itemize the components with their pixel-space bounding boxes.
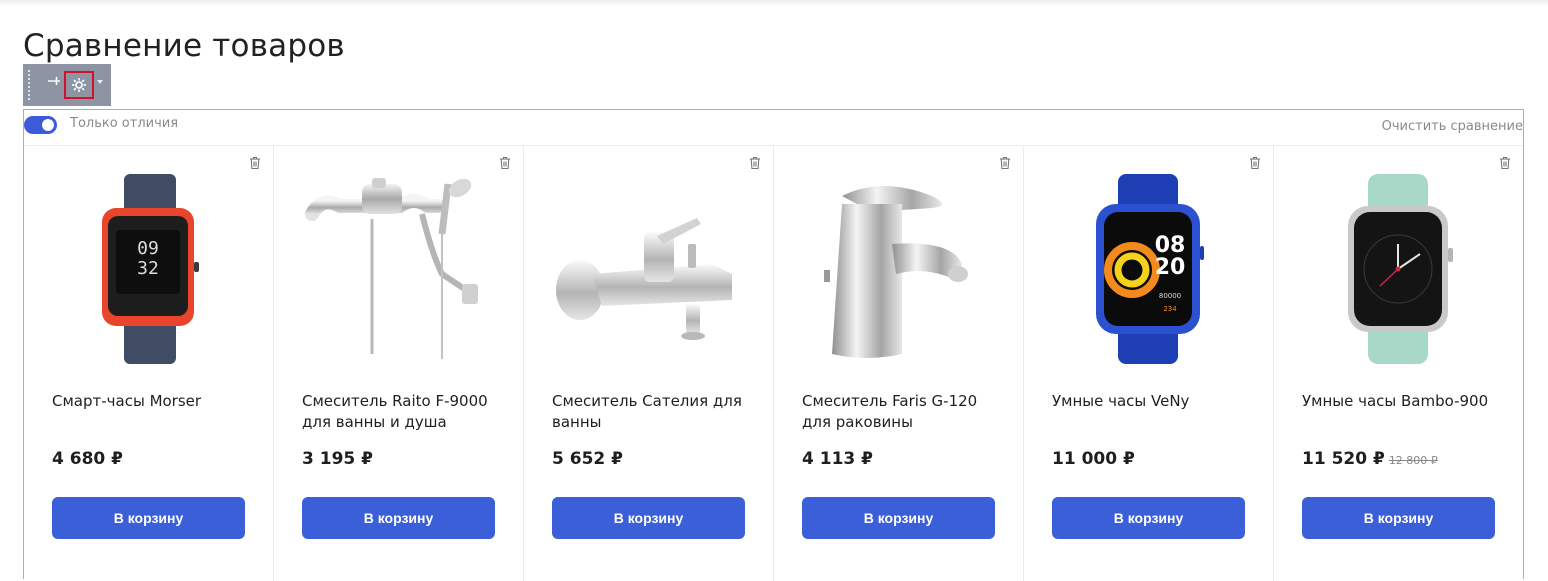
trash-icon[interactable]: [499, 156, 511, 170]
product-cards-row: 09 32 Смарт-часы Morser 4 680 ₽ В корзин…: [24, 145, 1523, 581]
product-card: 08 20 80000 234 Умные часы VeNy 11 000 ₽…: [1024, 146, 1274, 581]
price-value: 11 520 ₽: [1302, 449, 1385, 469]
product-name[interactable]: Смеситель Сателия для ванны: [552, 391, 752, 433]
watch-stat-kcal: 234: [1163, 305, 1177, 313]
watch-stat-steps: 80000: [1159, 292, 1181, 300]
product-image[interactable]: [1302, 174, 1496, 364]
product-card: 09 32 Смарт-часы Morser 4 680 ₽ В корзин…: [24, 146, 274, 581]
pin-icon[interactable]: [45, 74, 63, 94]
watch-hours: 09: [137, 238, 159, 259]
product-price: 4 680 ₽: [52, 449, 123, 469]
drag-handle-icon[interactable]: [27, 69, 31, 101]
add-to-cart-button[interactable]: В корзину: [1052, 497, 1245, 539]
caret-down-icon[interactable]: [97, 80, 103, 84]
price-value: 5 652 ₽: [552, 449, 623, 469]
trash-icon[interactable]: [1499, 156, 1511, 170]
product-name[interactable]: Смеситель Raito F-9000 для ванны и душа: [302, 391, 502, 433]
trash-icon[interactable]: [999, 156, 1011, 170]
old-price: 12 800 ₽: [1388, 454, 1438, 467]
product-card: Умные часы Bambo-900 11 520 ₽12 800 ₽ В …: [1274, 146, 1523, 581]
only-differences-toggle[interactable]: [24, 116, 57, 134]
add-to-cart-button[interactable]: В корзину: [302, 497, 495, 539]
only-differences-label: Только отличия: [70, 116, 179, 131]
product-image[interactable]: [552, 174, 746, 364]
product-card: Смеситель Сателия для ванны 5 652 ₽ В ко…: [524, 146, 774, 581]
price-value: 3 195 ₽: [302, 449, 373, 469]
price-value: 4 113 ₽: [802, 449, 873, 469]
trash-icon[interactable]: [1249, 156, 1261, 170]
add-to-cart-button[interactable]: В корзину: [52, 497, 245, 539]
product-card: Смеситель Raito F-9000 для ванны и душа …: [274, 146, 524, 581]
trash-icon[interactable]: [249, 156, 261, 170]
product-image[interactable]: 08 20 80000 234: [1052, 174, 1246, 364]
admin-edit-toolbar: [23, 64, 111, 106]
page-title: Сравнение товаров: [23, 28, 345, 64]
gear-icon: [72, 78, 86, 92]
compare-panel: Только отличия Очистить сравнение 09 32 …: [23, 109, 1524, 581]
product-price: 4 113 ₽: [802, 449, 873, 469]
product-image[interactable]: [802, 174, 996, 364]
product-price: 11 520 ₽12 800 ₽: [1302, 449, 1438, 469]
clear-compare-link[interactable]: Очистить сравнение: [1382, 119, 1523, 134]
price-value: 11 000 ₽: [1052, 449, 1135, 469]
toggle-knob: [42, 119, 54, 131]
price-value: 4 680 ₽: [52, 449, 123, 469]
product-price: 11 000 ₽: [1052, 449, 1135, 469]
watch-minutes: 20: [1155, 255, 1186, 280]
add-to-cart-button[interactable]: В корзину: [1302, 497, 1495, 539]
product-card: Смеситель Faris G-120 для раковины 4 113…: [774, 146, 1024, 581]
trash-icon[interactable]: [749, 156, 761, 170]
product-name[interactable]: Умные часы VeNy: [1052, 391, 1252, 412]
watch-minutes: 32: [137, 258, 159, 279]
add-to-cart-button[interactable]: В корзину: [802, 497, 995, 539]
product-name[interactable]: Смеситель Faris G-120 для раковины: [802, 391, 1002, 433]
product-price: 3 195 ₽: [302, 449, 373, 469]
add-to-cart-button[interactable]: В корзину: [552, 497, 745, 539]
settings-button[interactable]: [64, 71, 94, 99]
product-name[interactable]: Умные часы Bambo-900: [1302, 391, 1502, 412]
product-image[interactable]: [302, 174, 496, 364]
top-shadow-bar: [0, 0, 1548, 6]
product-price: 5 652 ₽: [552, 449, 623, 469]
product-name[interactable]: Смарт-часы Morser: [52, 391, 252, 412]
product-image[interactable]: 09 32: [52, 174, 246, 364]
